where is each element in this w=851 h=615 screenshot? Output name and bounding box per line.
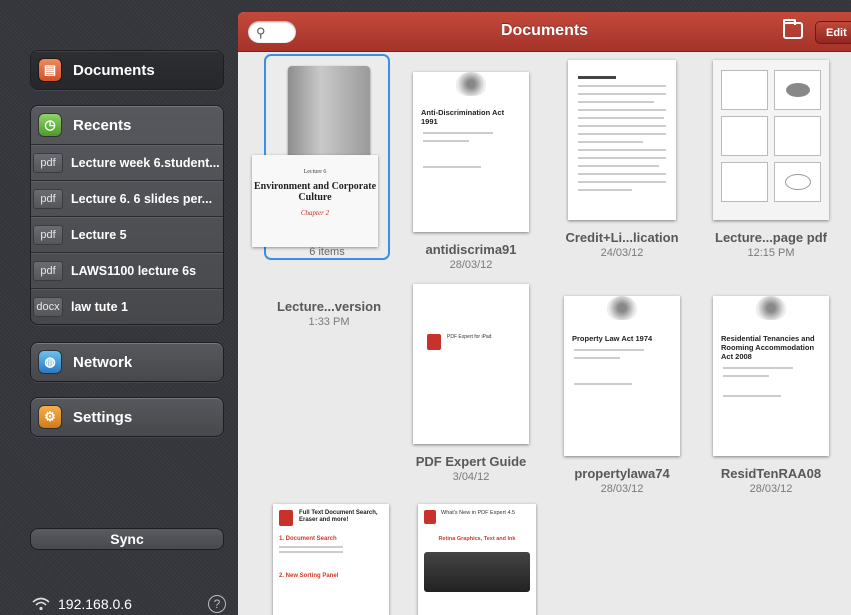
- document-item[interactable]: Lecture...page pdf 12:15 PM: [696, 60, 846, 259]
- file-type-badge: pdf: [33, 152, 63, 173]
- file-type-badge: pdf: [33, 260, 63, 281]
- pdf-expert-icon: [279, 510, 293, 526]
- document-thumbnail: Residential Tenancies and Rooming Accomm…: [713, 296, 829, 456]
- recent-item[interactable]: pdf LAWS1100 lecture 6s: [31, 252, 223, 288]
- file-type-badge: docx: [33, 296, 63, 317]
- file-type-badge: pdf: [33, 224, 63, 245]
- documents-group: ▤ Documents: [30, 50, 224, 90]
- pdf-expert-icon: [427, 334, 441, 350]
- recent-item[interactable]: pdf Lecture 5: [31, 216, 223, 252]
- documents-icon: ▤: [39, 59, 61, 81]
- globe-icon: ◍: [39, 351, 61, 373]
- wifi-status: 192.168.0.6 ?: [30, 594, 226, 614]
- crest-icon: [456, 72, 486, 96]
- document-item[interactable]: Full Text Document Search, Eraser and mo…: [256, 504, 406, 615]
- crest-icon: [607, 296, 637, 320]
- document-thumbnail: Property Law Act 1974: [564, 296, 680, 456]
- document-thumbnail: Anti-Discrimination Act 1991: [413, 72, 529, 232]
- sidebar-item-documents[interactable]: ▤ Documents: [31, 51, 223, 89]
- clock-icon: ◷: [39, 114, 61, 136]
- document-thumbnail: [568, 60, 676, 220]
- help-icon[interactable]: ?: [208, 595, 226, 613]
- sidebar: ▤ Documents ◷ Recents pdf Lecture week 6…: [0, 0, 238, 615]
- sidebar-item-recents[interactable]: ◷ Recents: [31, 106, 223, 144]
- recent-item[interactable]: pdf Lecture week 6.student...: [31, 144, 223, 180]
- network-group: ◍ Network: [30, 342, 224, 382]
- document-item[interactable]: PDF Expert for iPad PDF Expert Guide 3/0…: [396, 284, 546, 483]
- folder-item[interactable]: Lecture 6 Environment and Corporate Cult…: [252, 54, 390, 260]
- recent-item[interactable]: docx law tute 1: [31, 288, 223, 324]
- document-thumbnail: What's New in PDF Expert 4.5 Retina Grap…: [418, 504, 536, 615]
- ip-address: 192.168.0.6: [58, 596, 132, 612]
- sidebar-item-settings[interactable]: ⚙ Settings: [31, 398, 223, 436]
- sidebar-item-network[interactable]: ◍ Network: [31, 343, 223, 381]
- toolbar: ⚲ Documents Edit: [238, 12, 851, 52]
- recent-item[interactable]: pdf Lecture 6. 6 slides per...: [31, 180, 223, 216]
- document-item[interactable]: Credit+Li...lication 24/03/12: [547, 60, 697, 259]
- document-thumbnail: PDF Expert for iPad: [413, 284, 529, 444]
- sync-button[interactable]: Sync: [30, 528, 224, 550]
- wifi-icon: [32, 597, 50, 611]
- crest-icon: [756, 296, 786, 320]
- file-type-badge: pdf: [33, 188, 63, 209]
- folder-label[interactable]: Lecture...version 1:33 PM: [254, 299, 404, 328]
- document-item[interactable]: Residential Tenancies and Rooming Accomm…: [696, 284, 846, 495]
- page-title: Documents: [500, 22, 589, 39]
- recents-group: ◷ Recents pdf Lecture week 6.student... …: [30, 105, 224, 325]
- gear-icon: ⚙: [39, 406, 61, 428]
- document-thumbnail: [713, 60, 829, 220]
- edit-button[interactable]: Edit: [815, 21, 851, 44]
- folder-count: 6 items: [309, 246, 345, 258]
- pdf-expert-icon: [424, 510, 436, 524]
- new-folder-icon[interactable]: [783, 19, 803, 39]
- document-item[interactable]: Anti-Discrimination Act 1991 antidiscrim…: [396, 60, 546, 271]
- promo-image: [424, 552, 530, 592]
- documents-panel: ⚲ Documents Edit Lecture 6 Environment a…: [238, 12, 851, 615]
- document-item[interactable]: What's New in PDF Expert 4.5 Retina Grap…: [402, 504, 552, 615]
- folder-cover: Lecture 6 Environment and Corporate Cult…: [252, 155, 378, 247]
- document-item[interactable]: Property Law Act 1974 propertylawa74 28/…: [547, 284, 697, 495]
- settings-group: ⚙ Settings: [30, 397, 224, 437]
- document-thumbnail: Full Text Document Search, Eraser and mo…: [273, 504, 389, 615]
